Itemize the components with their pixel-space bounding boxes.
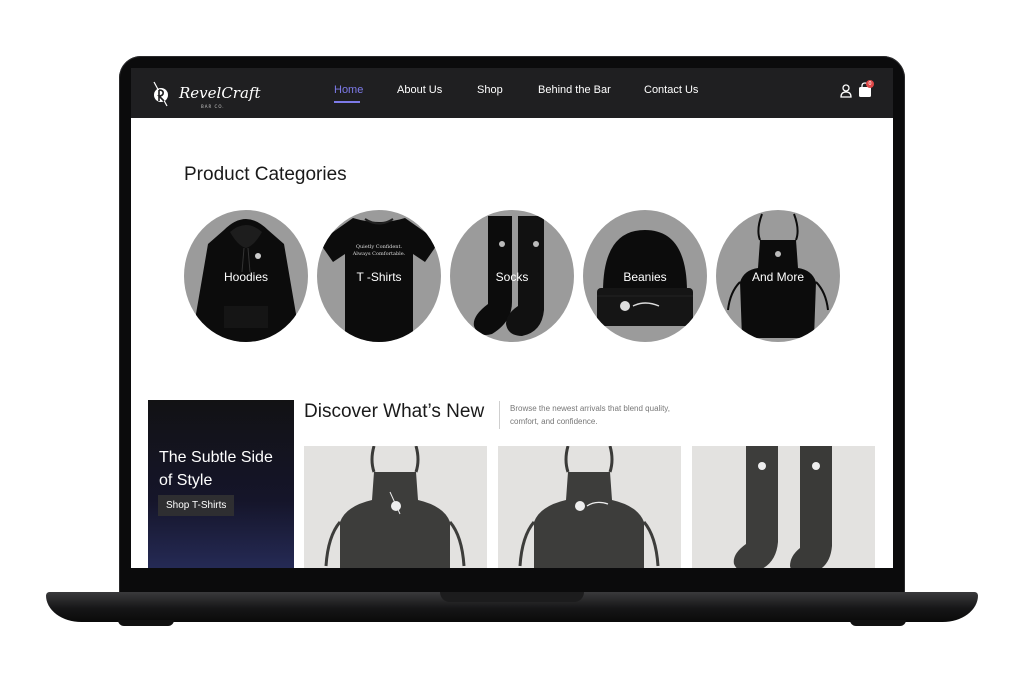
category-t-shirts[interactable]: Quietly Confident. Always Comfortable. T… <box>317 210 441 342</box>
nav-links: Home About Us Shop Behind the Bar Contac… <box>131 68 893 118</box>
nav-shop[interactable]: Shop <box>477 84 503 96</box>
laptop-foot <box>118 620 174 626</box>
nav-home[interactable]: Home <box>334 84 363 96</box>
nav-about-us[interactable]: About Us <box>397 84 442 96</box>
socks-product-image <box>733 446 832 568</box>
product-categories-title: Product Categories <box>184 164 347 185</box>
promo-title: The Subtle Side of Style <box>159 449 273 489</box>
category-hoodies[interactable]: Hoodies <box>184 210 308 342</box>
t-shirt-print-line: Quietly Confident. <box>355 244 403 250</box>
promo-banner: The Subtle Side of Style Shop T-Shirts <box>148 400 294 568</box>
category-label: T -Shirts <box>356 270 402 284</box>
whats-new-title: Discover What’s New <box>304 401 485 422</box>
category-beanies[interactable]: Beanies <box>583 210 707 342</box>
category-label: Hoodies <box>223 270 269 284</box>
t-shirt-print: Quietly Confident. Always Comfortable. <box>317 244 441 258</box>
category-and-more[interactable]: And More <box>716 210 840 342</box>
shop-t-shirts-button[interactable]: Shop T-Shirts <box>158 495 235 516</box>
apron-product-image <box>324 446 466 568</box>
category-socks[interactable]: Socks <box>450 210 574 342</box>
cart-count-badge: 0 <box>866 80 874 88</box>
whats-new-description: Browse the newest arrivals that blend qu… <box>510 404 670 426</box>
category-label: And More <box>751 270 805 284</box>
product-card-apron[interactable] <box>498 446 681 568</box>
product-card-socks[interactable] <box>692 446 875 568</box>
website-screen: RevelCraft BAR CO. Home About Us Shop Be… <box>131 68 893 568</box>
title-divider <box>499 401 500 429</box>
nav-behind-the-bar[interactable]: Behind the Bar <box>538 84 611 96</box>
top-navigation: RevelCraft BAR CO. Home About Us Shop Be… <box>131 68 893 118</box>
product-card-apron[interactable] <box>304 446 487 568</box>
user-icon[interactable] <box>840 84 852 98</box>
category-label: Socks <box>495 270 529 284</box>
apron-product-image <box>518 446 660 568</box>
laptop-foot <box>850 620 906 626</box>
nav-contact-us[interactable]: Contact Us <box>644 84 698 96</box>
category-label: Beanies <box>623 270 667 284</box>
laptop-notch <box>440 592 584 602</box>
t-shirt-print-line: Always Comfortable. <box>352 251 406 257</box>
active-underline <box>334 101 360 103</box>
